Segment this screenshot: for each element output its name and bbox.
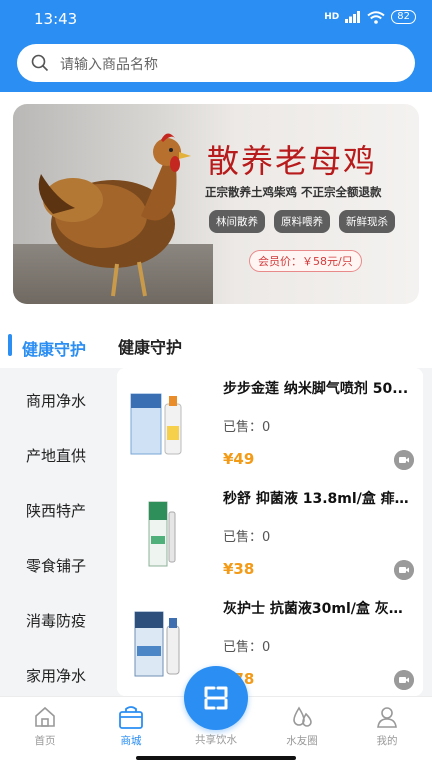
tab-share-water-label: 共享饮水 [195,734,237,746]
status-icons: HD 82 [324,10,416,24]
active-category-indicator [8,334,12,356]
wifi-icon [367,10,385,24]
product-name: 秒舒 抑菌液 13.8ml/盒 痱子... [223,491,415,507]
video-icon[interactable] [394,670,414,690]
product-sold: 已售：0 [223,420,271,435]
scan-button[interactable] [184,666,248,730]
sidebar-item[interactable]: 产地直供 [0,445,112,466]
banner-tag: 林间散养 [209,210,265,233]
promo-banner[interactable]: 散养老母鸡 正宗散养土鸡柴鸡 不正宗全额退款 林间散养 原料喂养 新鲜现杀 会员… [13,104,419,304]
sidebar-item[interactable]: 零食铺子 [0,555,112,576]
search-input[interactable]: 请输入商品名称 [60,54,158,74]
tab-mine[interactable]: 我的 [344,705,430,748]
product-sold: 已售：0 [223,640,271,655]
shop-bag-icon [119,706,143,729]
banner-price: 会员价：￥58元/只 [249,250,362,272]
sidebar-item[interactable]: 商用净水 [0,390,112,411]
banner-tag: 新鲜现杀 [339,210,395,233]
banner-tag: 原料喂养 [274,210,330,233]
search-bar[interactable]: 请输入商品名称 [17,44,415,82]
home-indicator [136,756,296,760]
tab-home-label: 首页 [34,735,56,747]
home-icon [35,706,55,727]
tab-share-water[interactable]: 共享饮水 [173,732,259,747]
battery-icon: 82 [391,10,416,24]
user-icon [377,707,397,728]
search-icon [31,54,49,72]
video-icon[interactable] [394,450,414,470]
sidebar-item-active[interactable]: 健康守护 [22,336,86,360]
banner-tags: 林间散养 原料喂养 新鲜现杀 [209,210,395,233]
status-time: 13:43 [34,10,78,28]
banner-subtitle: 正宗散养土鸡柴鸡 不正宗全额退款 [205,185,382,199]
tab-home[interactable]: 首页 [2,705,88,748]
network-hd-icon: HD [324,11,340,22]
product-name: 步步金莲 纳米脚气喷剂 50... [223,381,409,397]
banner-title: 散养老母鸡 [207,142,378,180]
tab-shop[interactable]: 商城 [88,705,174,748]
product-sold: 已售：0 [223,530,271,545]
sidebar-item[interactable]: 陕西特产 [0,500,112,521]
product-price: ¥49 [223,450,255,468]
tab-shop-label: 商城 [120,735,142,747]
tab-water-circle-label: 水友圈 [286,735,318,747]
sidebar-item[interactable]: 家用净水 [0,665,112,686]
product-image [130,393,182,455]
sidebar-item[interactable]: 消毒防疫 [0,610,112,631]
header: 13:43 HD 82 请输入商品名称 [0,0,432,92]
hen-image [38,133,191,297]
scan-icon [204,686,228,710]
video-icon[interactable] [394,560,414,580]
tab-water-circle[interactable]: 水友圈 [259,705,345,748]
category-sidebar: 商用净水 产地直供 陕西特产 零食铺子 消毒防疫 家用净水 [0,368,112,696]
product-card[interactable]: 秒舒 抑菌液 13.8ml/盒 痱子... 已售：0 ¥38 [117,478,423,588]
category-title: 健康守护 [118,338,183,357]
product-card[interactable]: 步步金莲 纳米脚气喷剂 50... 已售：0 ¥49 [117,368,423,478]
product-image [148,501,176,567]
signal-icon [345,11,361,23]
product-price: ¥38 [223,560,255,578]
product-card[interactable]: 灰护士 抗菌液30ml/盒 灰指... 已售：0 ¥78 [117,588,423,698]
water-drops-icon [293,706,312,727]
product-name: 灰护士 抗菌液30ml/盒 灰指... [223,601,415,617]
status-bar: 13:43 HD 82 [0,0,432,36]
tab-mine-label: 我的 [376,735,398,747]
product-list: 步步金莲 纳米脚气喷剂 50... 已售：0 ¥49 秒舒 抑菌液 13.8ml… [117,368,423,696]
